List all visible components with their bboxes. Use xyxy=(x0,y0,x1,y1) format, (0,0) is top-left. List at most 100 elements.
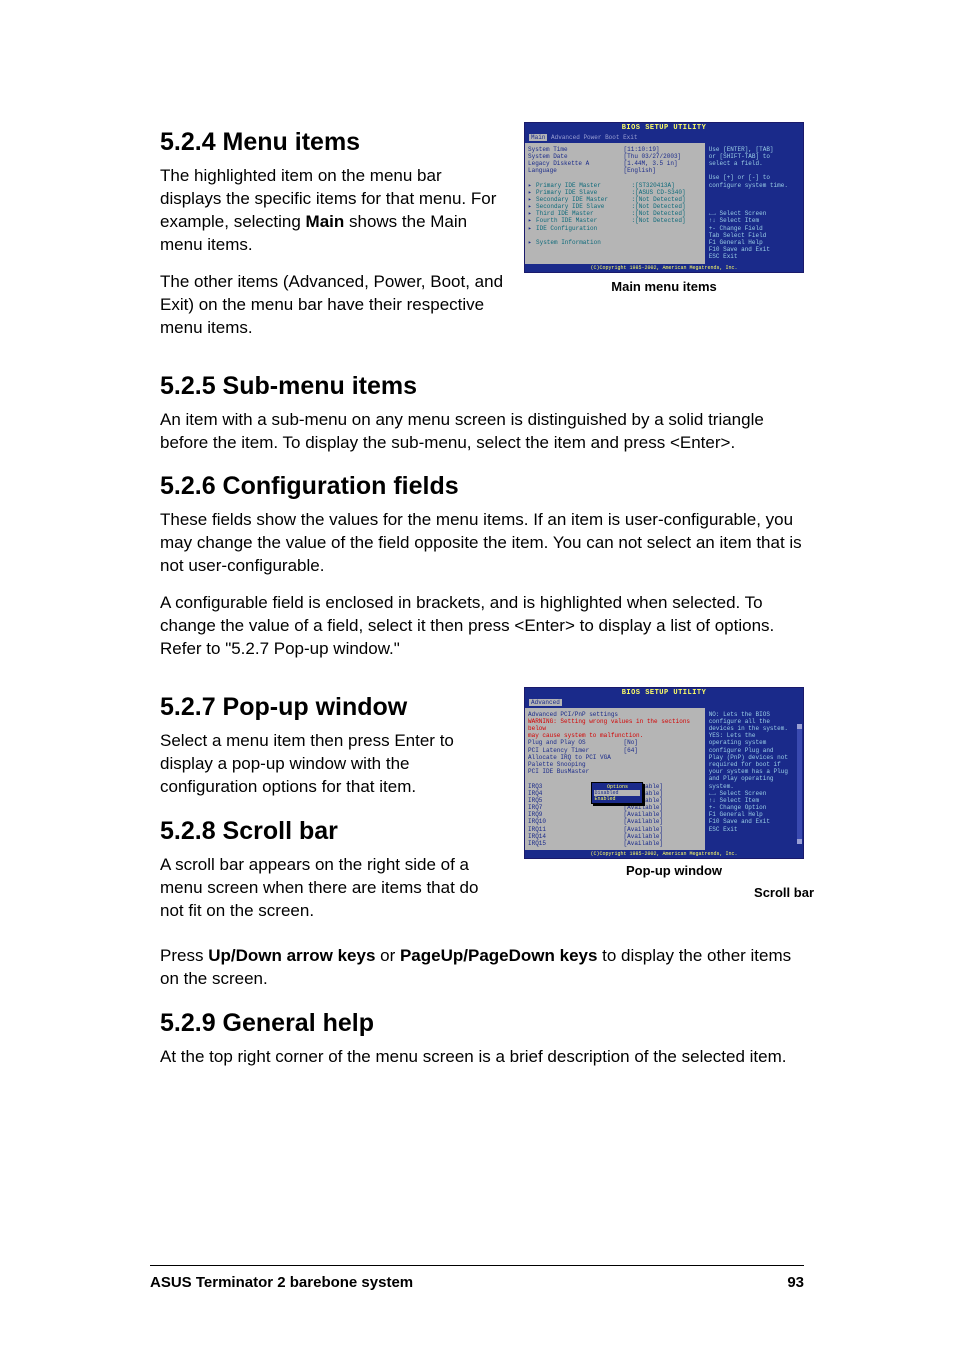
para-525-1: An item with a sub-menu on any menu scre… xyxy=(160,409,804,455)
para-528-1: A scroll bar appears on the right side o… xyxy=(160,854,506,923)
submenu-triangle-icon: ▸ xyxy=(528,196,536,203)
help-text: configure all the xyxy=(709,718,800,725)
item-v: [11:10:19] xyxy=(624,146,660,153)
item-v: [Available] xyxy=(624,833,664,840)
help-text: Play (PnP) devices not xyxy=(709,754,800,761)
key-hint: F1 General Help xyxy=(709,239,800,246)
item-v: :[Not Detected] xyxy=(632,210,686,217)
para-526-1: These fields show the values for the men… xyxy=(160,509,804,578)
key-hint: F10 Save and Exit xyxy=(709,818,800,825)
key-hint: +- Change Field xyxy=(709,225,800,232)
item-k: IRQ11 xyxy=(528,826,624,833)
item-v: [Available] xyxy=(624,818,664,825)
footer-page-number: 93 xyxy=(787,1274,804,1291)
item-v: :[Not Detected] xyxy=(632,203,686,210)
item-v: [Available] xyxy=(624,804,664,811)
menubar-advanced: Advanced xyxy=(529,699,562,706)
item-v: [English] xyxy=(624,167,656,174)
item-k: Third IDE Master xyxy=(536,210,632,217)
key-hint: Tab Select Field xyxy=(709,232,800,239)
key-hint: ESC Exit xyxy=(709,253,800,260)
item-v: [1.44M, 3.5 in] xyxy=(624,160,678,167)
text: Press xyxy=(160,946,208,965)
menubar-power: Power xyxy=(583,134,601,141)
item-v: [No] xyxy=(624,739,638,746)
para-528-2: Press Up/Down arrow keys or PageUp/PageD… xyxy=(160,945,804,991)
para-529-1: At the top right corner of the menu scre… xyxy=(160,1046,804,1069)
bios-screenshot-main: BIOS SETUP UTILITY Main Advanced Power B… xyxy=(524,122,804,273)
key-hint: ←→ Select Screen xyxy=(709,790,800,797)
help-text: your system has a Plug xyxy=(709,768,800,775)
help-text: Use [+] or [-] to xyxy=(709,174,800,181)
help-text: and Play operating xyxy=(709,775,800,782)
item-k: Plug and Play OS xyxy=(528,739,624,746)
submenu-triangle-icon: ▸ xyxy=(528,182,536,189)
footer-product: ASUS Terminator 2 barebone system xyxy=(150,1274,413,1291)
submenu-triangle-icon: ▸ xyxy=(528,189,536,196)
bios-left-panel: Advanced PCI/PnP settings WARNING: Setti… xyxy=(525,708,706,851)
item-k: Language xyxy=(528,167,624,174)
bios-title: BIOS SETUP UTILITY xyxy=(525,123,803,133)
item-k: System Time xyxy=(528,146,624,153)
item-k: IRQ9 xyxy=(528,811,624,818)
item-k: Primary IDE Master xyxy=(536,182,632,189)
item-k: Palette Snooping xyxy=(528,761,624,768)
key-hint: ESC Exit xyxy=(709,826,800,833)
heading-524: 5.2.4 Menu items xyxy=(160,128,506,157)
bios-copyright: (C)Copyright 1985-2002, American Megatre… xyxy=(525,850,803,858)
submenu-triangle-icon: ▸ xyxy=(528,210,536,217)
bios-left-panel: System Time[11:10:19] System Date[Thu 03… xyxy=(525,143,706,264)
bold-keys: Up/Down arrow keys xyxy=(208,946,375,965)
item-k: IRQ10 xyxy=(528,818,624,825)
bios-help-panel: Use [ENTER], [TAB] or [SHIFT-TAB] to sel… xyxy=(706,143,803,264)
menubar-exit: Exit xyxy=(623,134,637,141)
menubar-advanced: Advanced xyxy=(551,134,580,141)
warning-text: may cause system to malfunction. xyxy=(528,732,702,739)
item-k: System Date xyxy=(528,153,624,160)
help-text: select a field. xyxy=(709,160,800,167)
caption-popup: Pop-up window xyxy=(544,863,804,878)
help-text: system. xyxy=(709,783,800,790)
item-k: IDE Configuration xyxy=(536,225,632,232)
warning-text: WARNING: Setting wrong values in the sec… xyxy=(528,718,702,732)
heading-525: 5.2.5 Sub-menu items xyxy=(160,372,804,401)
scroll-down-icon xyxy=(797,839,802,844)
key-hint: ←→ Select Screen xyxy=(709,210,800,217)
help-text: Use [ENTER], [TAB] xyxy=(709,146,800,153)
panel-header: Advanced PCI/PnP settings xyxy=(528,711,702,718)
key-hint: ↑↓ Select Item xyxy=(709,797,800,804)
para-524-1: The highlighted item on the menu bar dis… xyxy=(160,165,506,257)
scrollbar xyxy=(797,724,802,845)
menubar-boot: Boot xyxy=(605,134,619,141)
submenu-triangle-icon: ▸ xyxy=(528,203,536,210)
para-524-2: The other items (Advanced, Power, Boot, … xyxy=(160,271,506,340)
bold-keys: PageUp/PageDown keys xyxy=(400,946,597,965)
item-k: Secondary IDE Master xyxy=(536,196,632,203)
help-text: YES: Lets the xyxy=(709,732,800,739)
submenu-triangle-icon: ▸ xyxy=(528,239,536,246)
key-hint: F10 Save and Exit xyxy=(709,246,800,253)
item-v: [64] xyxy=(624,747,638,754)
bios-copyright: (C)Copyright 1985-2002, American Megatre… xyxy=(525,264,803,272)
popup-option: Enabled xyxy=(594,796,640,802)
item-v: :[Not Detected] xyxy=(632,196,686,203)
item-k: PCI Latency Timer xyxy=(528,747,624,754)
item-k: Primary IDE Slave xyxy=(536,189,632,196)
para-526-2: A configurable field is enclosed in brac… xyxy=(160,592,804,661)
help-text: operating system xyxy=(709,739,800,746)
help-text: required for boot if xyxy=(709,761,800,768)
bios-screenshot-popup: BIOS SETUP UTILITY Advanced Advanced PCI… xyxy=(524,687,804,859)
heading-526: 5.2.6 Configuration fields xyxy=(160,472,804,501)
help-text: or [SHIFT-TAB] to xyxy=(709,153,800,160)
help-text: devices in the system. xyxy=(709,725,800,732)
item-k: Fourth IDE Master xyxy=(536,217,632,224)
caption-main-menu: Main menu items xyxy=(524,279,804,294)
item-v: :[Not Detected] xyxy=(632,217,686,224)
key-hint: ↑↓ Select Item xyxy=(709,217,800,224)
caption-scrollbar: Scroll bar xyxy=(754,885,814,900)
bios-menubar: Advanced xyxy=(525,698,803,707)
scroll-up-icon xyxy=(797,724,802,729)
bios-menubar: Main Advanced Power Boot Exit xyxy=(525,133,803,142)
item-v: [Thu 03/27/2003] xyxy=(624,153,682,160)
help-text: NO: Lets the BIOS xyxy=(709,711,800,718)
